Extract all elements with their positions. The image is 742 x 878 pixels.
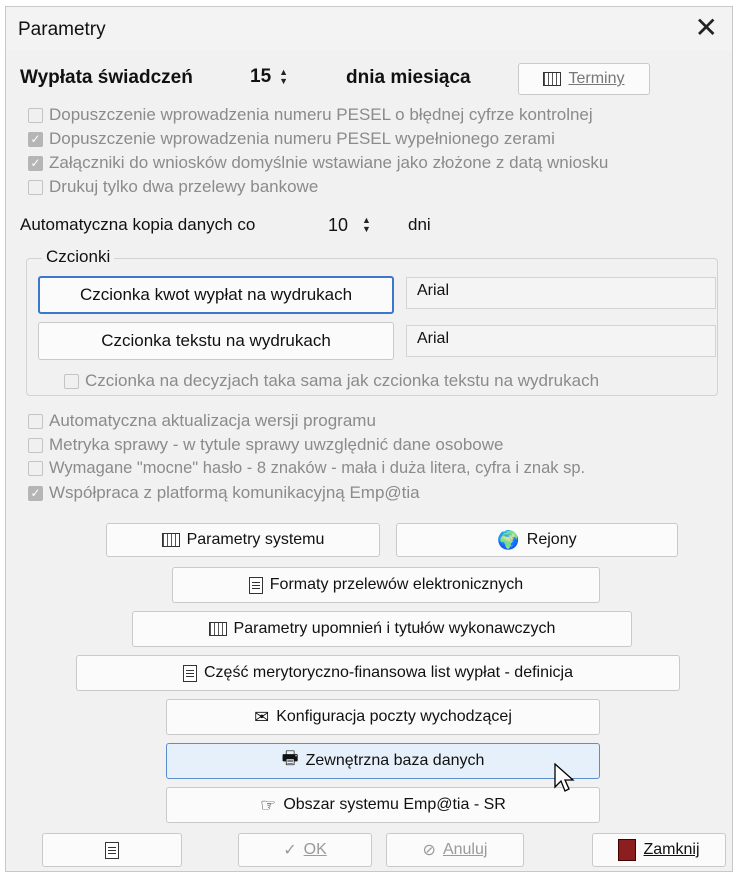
regions-button[interactable]: 🌍 Rejony [396,523,678,557]
calendar-icon [543,72,562,86]
check-empatia[interactable]: ✓ Współpraca z platformą komunikacyjną E… [28,483,420,503]
documents-icon [182,664,197,682]
checkbox[interactable] [28,107,43,123]
checkbox[interactable] [28,461,43,476]
calendar-icon [208,622,227,636]
checkmark-icon: ✓ [283,842,297,859]
clipboard-button[interactable] [42,833,182,867]
clipboard-icon [105,841,119,859]
text-font-button[interactable]: Czcionka tekstu na wydrukach [38,322,394,360]
window-title: Parametry [18,19,106,40]
payout-suffix: dnia miesiąca [346,67,471,88]
ok-button[interactable]: ✓ OK [238,833,372,867]
checkbox[interactable] [28,437,43,453]
checkbox[interactable] [64,373,79,389]
check-pesel-checksum[interactable]: Dopuszczenie wprowadzenia numeru PESEL o… [28,105,593,125]
checkbox-checked[interactable]: ✓ [28,131,43,147]
close-button[interactable]: Zamknij [592,833,726,867]
check-case-metrics[interactable]: Metryka sprawy - w tytule sprawy uwzględ… [28,435,503,455]
checkbox[interactable] [28,413,43,429]
payout-label: Wypłata świadczeń [20,67,193,88]
reminder-params-button[interactable]: Parametry upomnień i tytułów wykonawczyc… [132,611,632,647]
transfer-formats-button[interactable]: Formaty przelewów elektronicznych [172,567,600,603]
terms-button[interactable]: Terminy [518,63,650,95]
check-attachments-default[interactable]: ✓ Załączniki do wniosków domyślnie wstaw… [28,153,608,173]
amount-font-button[interactable]: Czcionka kwot wypłat na wydrukach [38,276,394,314]
door-icon [618,839,637,861]
cancel-button[interactable]: ⊘ Anuluj [386,833,524,867]
check-auto-update[interactable]: Automatyczna aktualizacja wersji program… [28,411,376,431]
checkbox-checked[interactable]: ✓ [28,155,43,171]
backup-days-value: 10 [328,214,349,235]
checkbox[interactable] [28,179,43,195]
fonts-group-label: Czcionki [42,247,115,267]
spinner-arrows-icon[interactable]: ▲ ▼ [362,216,371,234]
close-icon[interactable]: ✕ [695,13,718,43]
system-params-button[interactable]: Parametry systemu [106,523,380,557]
table-icon [161,533,180,547]
envelope-icon: ✉ [254,706,270,727]
payout-day-value: 15 [250,66,272,87]
external-db-button[interactable]: 🖶 Zewnętrzna baza danych [166,743,600,779]
backup-days-spinner[interactable]: 10 ▲ ▼ [328,211,371,239]
parameters-dialog: Parametry ✕ Wypłata świadczeń 15 ▲ ▼ dnia… [5,6,733,872]
spinner-arrows-icon[interactable]: ▲ ▼ [279,68,288,86]
check-two-transfers[interactable]: Drukuj tylko dwa przelewy bankowe [28,177,318,197]
mail-config-button[interactable]: ✉ Konfiguracja poczty wychodzącej [166,699,600,735]
payout-day-spinner[interactable]: 15 ▲ ▼ [250,63,288,91]
empatia-area-button[interactable]: ☞ Obszar systemu Emp@tia - SR [166,787,600,823]
title-bar: Parametry ✕ [6,7,732,51]
checkbox-checked[interactable]: ✓ [28,485,43,501]
backup-suffix: dni [408,215,431,234]
payroll-part-button[interactable]: Część merytoryczno-finansowa list wypłat… [76,655,680,691]
check-pesel-zeros[interactable]: ✓ Dopuszczenie wprowadzenia numeru PESEL… [28,129,555,149]
printer-icon: 🖶 [281,748,299,768]
text-font-field: Arial [406,325,716,357]
pointing-hand-icon: ☞ [260,794,277,815]
mouse-cursor-icon [554,763,575,792]
documents-icon [248,576,263,594]
globe-icon: 🌍 [497,529,520,550]
backup-label: Automatyczna kopia danych co [20,215,256,234]
check-strong-password[interactable]: Wymagane "mocne" hasło - 8 znaków - mała… [28,459,585,478]
check-same-font[interactable]: Czcionka na decyzjach taka sama jak czci… [64,371,599,391]
cancel-icon: ⊘ [422,842,436,859]
amount-font-field: Arial [406,277,716,309]
